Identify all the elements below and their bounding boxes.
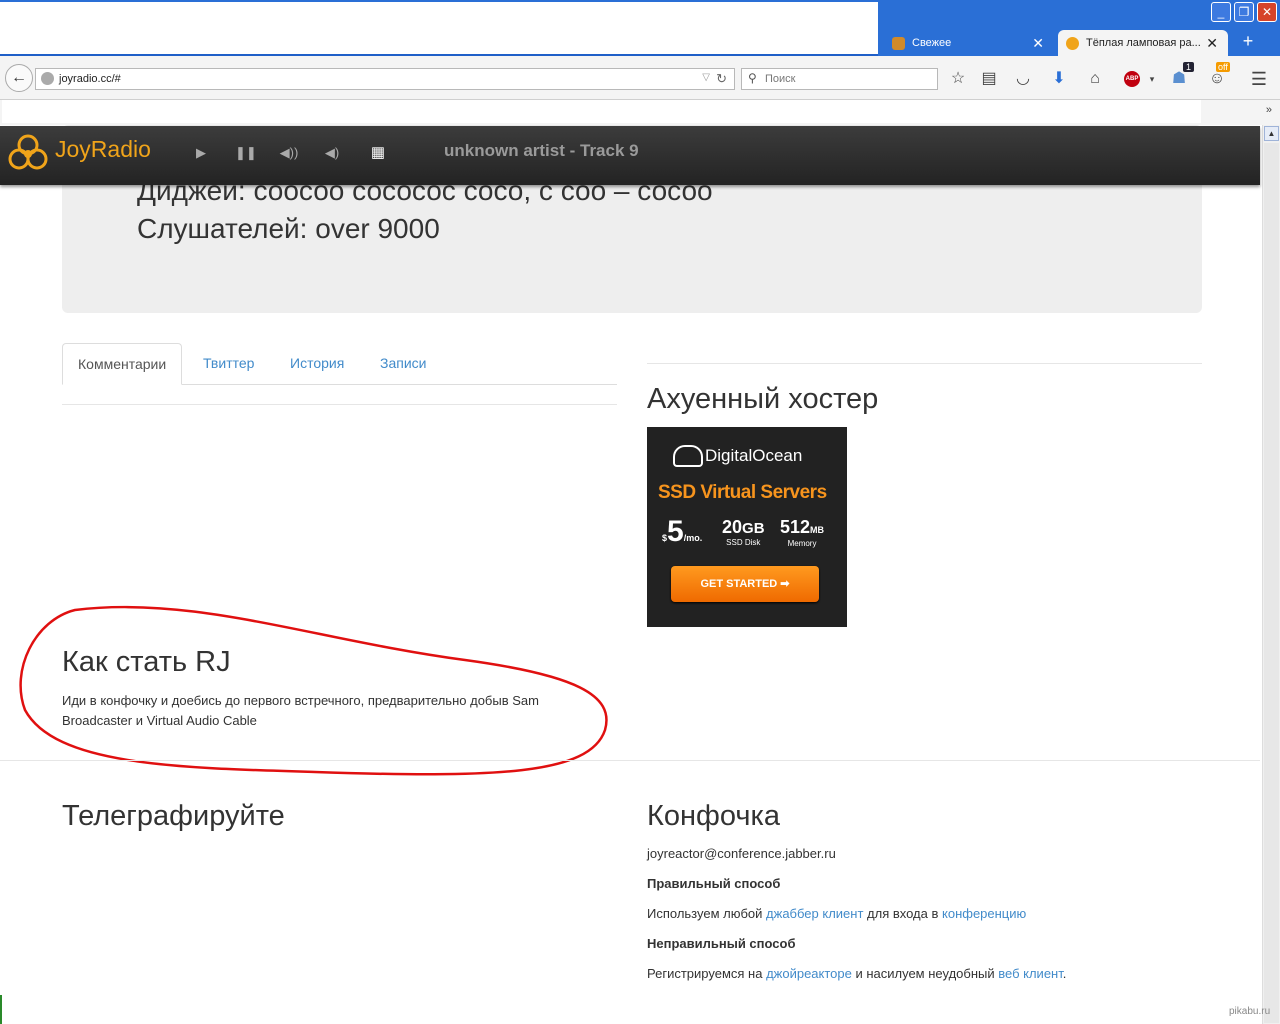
get-started-button[interactable]: GET STARTED ➡ — [671, 566, 819, 602]
restore-window-icon[interactable]: ❐ — [1234, 2, 1254, 22]
ad-price: $5/mo. — [662, 515, 703, 548]
pikabu-favicon-icon — [892, 37, 905, 50]
search-input[interactable]: ⚲ Поиск — [741, 68, 938, 90]
wrong-way-text: Регистрируемся на джойреакторе и насилуе… — [647, 966, 1067, 981]
joyradio-favicon-icon — [1066, 37, 1079, 50]
now-playing: unknown artist - Track 9 — [444, 141, 639, 160]
listeners-count: Слушателей: over 9000 — [137, 213, 440, 244]
browser-tab-svezhee[interactable]: Свежее ✕ — [884, 30, 1054, 57]
conference-link[interactable]: конференцию — [942, 906, 1026, 921]
web-client-link[interactable]: веб клиент — [998, 966, 1063, 981]
minimize-window-icon[interactable]: _ — [1211, 2, 1231, 22]
cloud-icon — [673, 445, 703, 467]
reading-list-icon[interactable]: ▤ — [979, 69, 999, 89]
home-icon[interactable]: ⌂ — [1085, 69, 1105, 89]
search-icon: ⚲ — [748, 71, 757, 85]
tab-title: Свежее — [912, 37, 952, 49]
site-logo[interactable]: JoyRadio — [55, 136, 151, 163]
right-way-text: Используем любой джаббер клиент для вход… — [647, 906, 1027, 921]
scrollbar-thumb[interactable] — [1264, 143, 1279, 1023]
digitalocean-ad-banner[interactable]: DigitalOcean SSD Virtual Servers $5/mo. … — [647, 427, 847, 627]
joyreactor-link[interactable]: джойреакторе — [766, 966, 852, 981]
bookmarks-bar: » — [0, 100, 1280, 125]
history-dropdown-icon[interactable]: ▽ — [702, 72, 710, 83]
adblock-dropdown-icon[interactable]: ▾ — [1142, 69, 1162, 89]
jabber-client-link[interactable]: джаббер клиент — [766, 906, 863, 921]
ad-headline: SSD Virtual Servers — [658, 482, 827, 503]
browser-tabstrip: Свежее ✕ Тёплая ламповая ра... ✕ + _ ❐ ✕ — [0, 0, 1280, 57]
pocket-icon[interactable]: ◡ — [1013, 69, 1033, 89]
new-tab-button[interactable]: + — [1238, 31, 1258, 55]
sidebar-divider — [647, 363, 1202, 364]
jabber-address: joyreactor@conference.jabber.ru — [647, 846, 836, 861]
addon-icon[interactable]: ☺ — [1207, 69, 1227, 89]
scroll-up-icon[interactable]: ▲ — [1264, 126, 1279, 141]
section-divider — [0, 760, 1260, 761]
pause-icon[interactable]: ❚❚ — [235, 143, 257, 163]
tab-history[interactable]: История — [275, 343, 359, 384]
wrong-way-label: Неправильный способ — [647, 936, 796, 951]
browser-navbar: ← joyradio.cc/# ▽ ↻ ⚲ Поиск ☆ ▤ ◡ ⬇ ⌂ AB… — [0, 56, 1280, 100]
tab-comments[interactable]: Комментарии — [62, 343, 183, 385]
bookmarks-overflow-icon[interactable]: » — [1266, 104, 1272, 116]
notification-badge: 1 — [1183, 62, 1195, 72]
playlist-icon[interactable]: ▦ — [368, 143, 388, 163]
tab-title: Тёплая ламповая ра... — [1086, 37, 1201, 49]
menu-icon[interactable]: ☰ — [1249, 69, 1269, 89]
address-text: joyradio.cc/# — [59, 73, 121, 85]
download-icon[interactable]: ⬇ — [1049, 69, 1069, 89]
right-way-label: Правильный способ — [647, 876, 781, 891]
radio-player-bar: JoyRadio ▶ ❚❚ ◀)) ◀) ▦ unknown artist - … — [0, 126, 1260, 185]
red-annotation-ellipse — [19, 605, 608, 776]
bookmark-star-icon[interactable]: ☆ — [948, 69, 968, 89]
tabstrip-blank-area — [0, 2, 878, 56]
ad-memory: 512MB Memory — [780, 517, 825, 548]
pikabu-watermark: pikabu.ru — [1229, 1006, 1271, 1017]
close-window-icon[interactable]: ✕ — [1257, 2, 1277, 22]
globe-icon — [41, 72, 54, 85]
konfochka-heading: Конфочка — [647, 800, 780, 832]
taskbar-edge — [0, 995, 2, 1024]
browser-tab-joyradio[interactable]: Тёплая ламповая ра... ✕ — [1058, 30, 1228, 57]
off-badge: off — [1216, 62, 1230, 72]
reload-icon[interactable]: ↻ — [716, 71, 727, 87]
telegraph-heading: Телеграфируйте — [62, 800, 285, 832]
vertical-scrollbar[interactable]: ▲ — [1262, 125, 1280, 1024]
bookmarks-area — [2, 100, 1201, 123]
volume-up-icon[interactable]: ◀)) — [279, 143, 299, 163]
content-tabs: Комментарии Твиттер История Записи — [62, 343, 617, 385]
tab-pane-divider — [62, 404, 617, 405]
tab-records[interactable]: Записи — [365, 343, 441, 384]
close-tab-icon[interactable]: ✕ — [1206, 35, 1218, 52]
hoster-heading: Ахуенный хостер — [647, 383, 879, 415]
close-tab-icon[interactable]: ✕ — [1032, 35, 1044, 52]
ad-brand: DigitalOcean — [705, 446, 803, 465]
address-bar[interactable]: joyradio.cc/# ▽ ↻ — [35, 68, 735, 90]
ghostery-icon[interactable]: ☗ — [1169, 69, 1189, 89]
play-icon[interactable]: ▶ — [191, 143, 211, 163]
volume-down-icon[interactable]: ◀) — [322, 143, 342, 163]
back-button[interactable]: ← — [5, 64, 33, 92]
tab-twitter[interactable]: Твиттер — [188, 343, 269, 384]
search-placeholder: Поиск — [765, 73, 796, 85]
ad-disk: 20GB SSD Disk — [722, 517, 765, 547]
adblock-icon[interactable]: ABP — [1124, 71, 1140, 87]
biohazard-logo-icon — [8, 134, 48, 170]
